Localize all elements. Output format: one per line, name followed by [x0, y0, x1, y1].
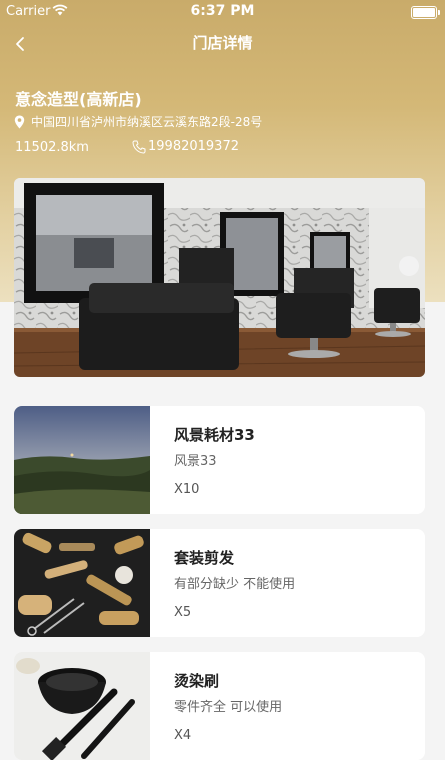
item-title: 风景耗材33: [174, 426, 255, 444]
store-distance: 11502.8km: [15, 140, 89, 155]
store-name: 意念造型(高新店): [15, 90, 142, 109]
store-photo: [14, 178, 425, 377]
item-description: 风景33: [174, 454, 217, 469]
item-quantity: X4: [174, 728, 192, 743]
status-bar: Carrier 6:37 PM: [0, 0, 445, 24]
battery-icon: [411, 6, 440, 19]
phone-icon: [132, 140, 146, 153]
store-address-row: 中国四川省泸州市纳溪区云溪东路2段-28号: [14, 113, 262, 130]
store-phone-link[interactable]: 19982019372: [132, 139, 239, 154]
clock: 6:37 PM: [190, 3, 255, 19]
store-phone: 19982019372: [148, 139, 239, 154]
item-title: 烫染刷: [174, 672, 220, 690]
item-thumbnail: [14, 406, 150, 514]
item-thumbnail: [14, 529, 150, 637]
item-card[interactable]: 风景耗材33 风景33 X10: [14, 406, 425, 514]
location-pin-icon: [14, 115, 25, 128]
store-address: 中国四川省泸州市纳溪区云溪东路2段-28号: [31, 115, 263, 129]
item-title: 套装剪发: [174, 549, 235, 567]
item-description: 有部分缺少 不能使用: [174, 577, 296, 592]
nav-bar: 门店详情: [0, 24, 445, 64]
item-card[interactable]: 烫染刷 零件齐全 可以使用 X4: [14, 652, 425, 760]
page-title: 门店详情: [192, 34, 253, 52]
item-thumbnail: [14, 652, 150, 760]
item-description: 零件齐全 可以使用: [174, 700, 283, 715]
item-quantity: X5: [174, 605, 192, 620]
item-quantity: X10: [174, 482, 200, 497]
item-card[interactable]: 套装剪发 有部分缺少 不能使用 X5: [14, 529, 425, 637]
